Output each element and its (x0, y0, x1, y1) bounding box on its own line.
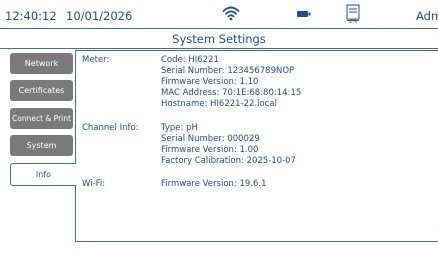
status-bar: 12:40:12 10/01/2026 2% Admi (0, 0, 438, 29)
wifi-icon[interactable] (222, 4, 240, 22)
channel-label: Channel Info: (82, 123, 139, 133)
tab-system[interactable]: System (10, 135, 73, 156)
page-title: System Settings (172, 32, 266, 46)
channel-firmware: Firmware Version: 1.00 (161, 145, 259, 155)
clock-date: 10/01/2026 (66, 9, 133, 23)
wifi-firmware: Firmware Version: 19.6.1 (161, 179, 267, 189)
tab-network[interactable]: Network (10, 53, 73, 74)
storage-percent: 2% (349, 19, 357, 25)
channel-type: Type: pH (161, 123, 198, 133)
tab-connect-print[interactable]: Connect & Print (10, 108, 73, 129)
meter-firmware: Firmware Version: 1.10 (161, 77, 259, 87)
title-divider (0, 48, 438, 49)
meter-mac: MAC Address: 70:1E:68:80:14:15 (161, 88, 302, 98)
channel-serial: Serial Number: 000029 (161, 134, 260, 144)
meter-hostname: Hostname: HI6221-22.local (161, 99, 277, 109)
channel-calibration: Factory Calibration: 2025-10-07 (161, 156, 296, 166)
tab-certificates[interactable]: Certificates (10, 80, 73, 101)
battery-icon (297, 11, 311, 17)
tab-info[interactable]: Info (10, 163, 76, 186)
wifi-label: Wi-Fi: (82, 179, 106, 189)
meter-serial: Serial Number: 123456789NOP (161, 66, 295, 76)
meter-label: Meter: (82, 55, 110, 65)
meter-code: Code: HI6221 (161, 55, 219, 65)
user-name[interactable]: Admi (416, 9, 438, 23)
clock-time: 12:40:12 (5, 9, 57, 23)
